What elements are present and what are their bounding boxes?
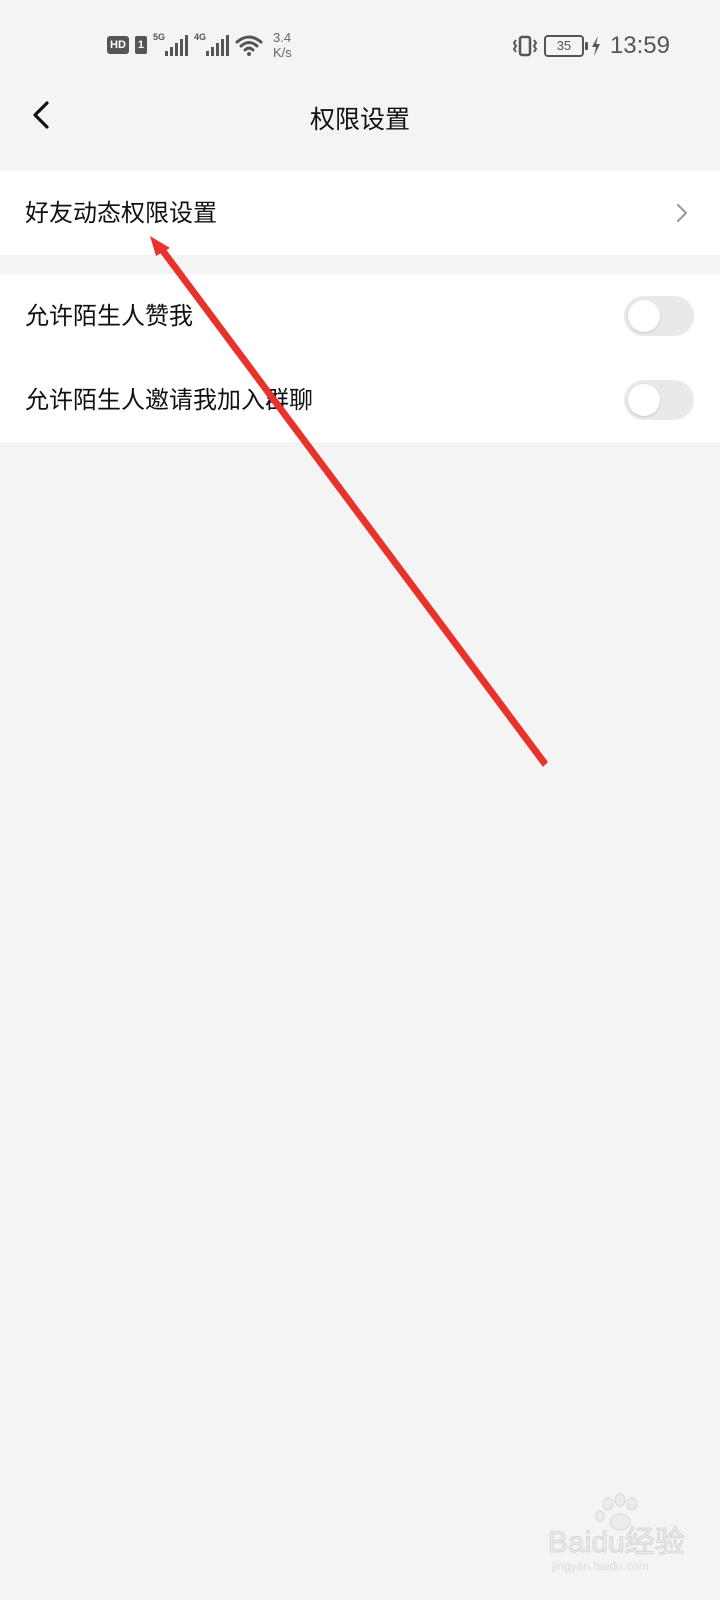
status-left-group: HD 1 5G 4G 3.4 K/s (107, 30, 292, 60)
signal-4g-icon: 4G (194, 32, 230, 56)
paw-icon (595, 1493, 638, 1531)
wifi-icon (235, 35, 263, 56)
hd-badge: HD (107, 36, 129, 54)
watermark-url: jingyan.baidu.com (551, 1559, 649, 1573)
status-time: 13:59 (609, 32, 670, 59)
allow-stranger-likes-label: 允许陌生人赞我 (25, 302, 193, 330)
speed-unit: K/s (273, 45, 292, 60)
allow-stranger-group-invite-item: 允许陌生人邀请我加入群聊 (0, 358, 720, 442)
signal-5g-icon: 5G (153, 32, 189, 56)
toggle-knob (628, 384, 660, 416)
allow-stranger-group-invite-label: 允许陌生人邀请我加入群聊 (25, 386, 313, 414)
friend-feed-permission-label: 好友动态权限设置 (25, 199, 217, 227)
charging-bolt-icon (591, 36, 600, 56)
toggle-knob (628, 300, 660, 332)
sim-badge: 1 (134, 36, 148, 54)
status-right-group: 35 13:59 (512, 32, 670, 60)
watermark-brand: Baidu经验 (548, 1526, 685, 1559)
battery-level: 35 (556, 38, 572, 53)
nav-header: 权限设置 (0, 80, 720, 150)
speed-value: 3.4 (273, 30, 292, 45)
vibrate-icon (512, 35, 538, 57)
net-5g-label: 5G (153, 32, 166, 42)
allow-stranger-likes-toggle[interactable] (624, 296, 694, 336)
friend-feed-section: 好友动态权限设置 (0, 171, 720, 255)
baidu-jingyan-watermark: Baidu经验 jingyan.baidu.com (548, 1493, 685, 1573)
allow-stranger-likes-item: 允许陌生人赞我 (0, 274, 720, 358)
battery-icon: 35 (543, 35, 588, 57)
friend-feed-permission-item[interactable]: 好友动态权限设置 (0, 171, 720, 255)
page-title: 权限设置 (309, 105, 410, 134)
chevron-right-icon (677, 204, 687, 222)
allow-stranger-group-invite-toggle[interactable] (624, 380, 694, 420)
net-4g-label: 4G (194, 32, 207, 42)
stranger-permissions-section: 允许陌生人赞我 允许陌生人邀请我加入群聊 (0, 274, 720, 442)
status-bar: HD 1 5G 4G 3.4 K/s 35 13:59 (0, 0, 720, 90)
network-speed: 3.4 K/s (273, 30, 292, 60)
